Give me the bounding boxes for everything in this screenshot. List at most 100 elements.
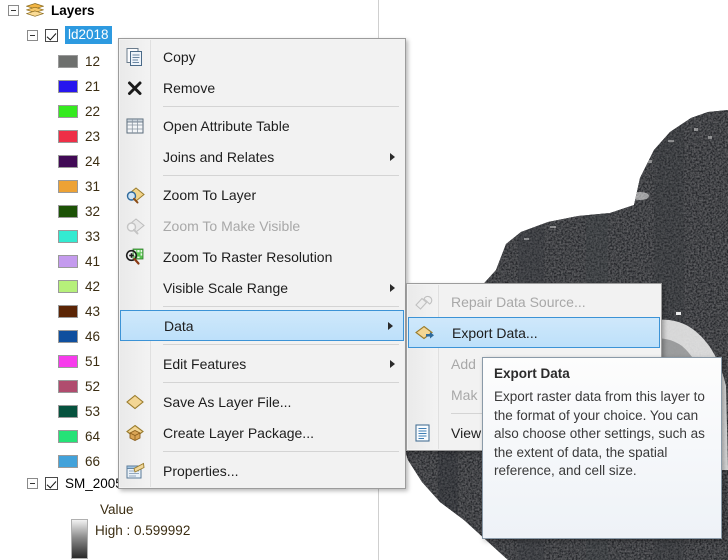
menu-item-open-attribute-table[interactable]: Open Attribute Table [119, 110, 405, 141]
menu-item-label: Copy [163, 48, 196, 65]
submenu-item-label: Mak [451, 386, 478, 403]
menu-item-properties[interactable]: Properties... [119, 455, 405, 486]
group-expander-icon[interactable] [8, 4, 19, 16]
submenu-arrow-icon [390, 152, 395, 161]
copy-icon [125, 47, 145, 67]
legend-class-row[interactable]: 41 [58, 251, 100, 271]
legend-class-row[interactable]: 51 [58, 351, 100, 371]
legend-color-swatch[interactable] [58, 354, 78, 368]
legend-color-swatch[interactable] [58, 254, 78, 268]
legend-class-value: 52 [85, 378, 101, 394]
legend-color-swatch[interactable] [58, 154, 78, 168]
properties-icon [125, 461, 145, 481]
legend-color-swatch[interactable] [58, 104, 78, 118]
legend-class-row[interactable]: 52 [58, 376, 100, 396]
legend-class-value: 43 [85, 303, 101, 319]
zoom-visible-icon [125, 216, 145, 236]
legend-class-row[interactable]: 66 [58, 451, 100, 471]
remove-x-icon [125, 78, 145, 98]
legend-class-row[interactable]: 21 [58, 76, 100, 96]
submenu-arrow-icon [390, 359, 395, 368]
menu-item-label: Edit Features [163, 355, 247, 372]
menu-item-label: Properties... [163, 462, 239, 479]
submenu-item-repair-data-source: Repair Data Source... [407, 286, 661, 317]
legend-class-value: 53 [85, 403, 101, 419]
group-title: Layers [51, 2, 95, 18]
legend-class-row[interactable]: 64 [58, 426, 100, 446]
legend-class-value: 21 [85, 78, 101, 94]
legend-class-row[interactable]: 32 [58, 201, 100, 221]
legend-class-row[interactable]: 23 [58, 126, 100, 146]
legend-class-row[interactable]: 31 [58, 176, 100, 196]
legend-color-swatch[interactable] [58, 179, 78, 193]
menu-separator [163, 306, 399, 307]
menu-item-remove[interactable]: Remove [119, 72, 405, 103]
menu-item-label: Remove [163, 79, 216, 96]
submenu-arrow-icon [390, 283, 395, 292]
legend-class-row[interactable]: 46 [58, 326, 100, 346]
submenu-item-label: Add [451, 355, 476, 372]
menu-item-save-as-layer-file[interactable]: Save As Layer File... [119, 386, 405, 417]
legend-class-row[interactable]: 24 [58, 151, 100, 171]
menu-item-label: Zoom To Raster Resolution [163, 248, 333, 265]
menu-separator [163, 344, 399, 345]
menu-item-edit-features[interactable]: Edit Features [119, 348, 405, 379]
legend-color-swatch[interactable] [58, 79, 78, 93]
menu-item-label: Data [164, 317, 194, 334]
layer-expander-icon[interactable] [27, 29, 38, 41]
menu-item-zoom-to-layer[interactable]: Zoom To Layer [119, 179, 405, 210]
menu-item-zoom-to-raster-resolution[interactable]: Zoom To Raster Resolution [119, 241, 405, 272]
layer-package-icon [125, 423, 145, 443]
legend-color-swatch[interactable] [58, 429, 78, 443]
legend-class-value: 32 [85, 203, 101, 219]
menu-separator [163, 175, 399, 176]
layer-file-icon [125, 392, 145, 412]
menu-item-data[interactable]: Data [120, 310, 404, 341]
layers-stack-icon [25, 3, 45, 17]
legend-class-row[interactable]: 33 [58, 226, 100, 246]
menu-item-copy[interactable]: Copy [119, 41, 405, 72]
legend-color-swatch[interactable] [58, 204, 78, 218]
raster-value-header: Value [100, 501, 134, 517]
raster-visibility-checkbox[interactable] [45, 476, 58, 490]
legend-color-swatch[interactable] [58, 304, 78, 318]
layer-name-label[interactable]: ld2018 [65, 26, 112, 44]
legend-class-row[interactable]: 22 [58, 101, 100, 121]
legend-color-swatch[interactable] [58, 54, 78, 68]
legend-class-value: 64 [85, 428, 101, 444]
raster-expander-icon[interactable] [27, 477, 38, 489]
menu-item-label: Zoom To Make Visible [163, 217, 301, 234]
submenu-arrow-icon [388, 321, 393, 330]
layer-visibility-checkbox[interactable] [45, 28, 58, 42]
legend-color-swatch[interactable] [58, 229, 78, 243]
menu-item-visible-scale-range[interactable]: Visible Scale Range [119, 272, 405, 303]
toc-layer-row-ld2018[interactable]: ld2018 [27, 25, 112, 45]
menu-item-label: Visible Scale Range [163, 279, 289, 296]
legend-color-swatch[interactable] [58, 129, 78, 143]
zoom-raster-icon [125, 247, 145, 267]
menu-item-label: Zoom To Layer [163, 186, 257, 203]
legend-class-value: 12 [85, 53, 101, 69]
legend-class-value: 46 [85, 328, 101, 344]
legend-class-row[interactable]: 42 [58, 276, 100, 296]
item-description-icon [413, 423, 433, 443]
legend-class-row[interactable]: 12 [58, 51, 100, 71]
legend-color-swatch[interactable] [58, 329, 78, 343]
menu-item-label: Create Layer Package... [163, 424, 314, 441]
legend-color-swatch[interactable] [58, 279, 78, 293]
menu-item-zoom-to-make-visible: Zoom To Make Visible [119, 210, 405, 241]
submenu-item-export-data[interactable]: Export Data... [408, 317, 660, 348]
menu-item-create-layer-package[interactable]: Create Layer Package... [119, 417, 405, 448]
legend-color-swatch[interactable] [58, 454, 78, 468]
legend-class-row[interactable]: 43 [58, 301, 100, 321]
layer-context-menu[interactable]: Copy Remove Open Attribute Table Joins and … [118, 38, 406, 489]
legend-color-swatch[interactable] [58, 404, 78, 418]
legend-class-row[interactable]: 53 [58, 401, 100, 421]
submenu-item-label: Export Data... [452, 324, 538, 341]
legend-color-swatch[interactable] [58, 379, 78, 393]
toc-group-row[interactable]: Layers [8, 0, 95, 20]
tooltip-title: Export Data [494, 366, 570, 381]
menu-separator [163, 451, 399, 452]
menu-item-joins-and-relates[interactable]: Joins and Relates [119, 141, 405, 172]
submenu-item-label: Repair Data Source... [451, 293, 586, 310]
